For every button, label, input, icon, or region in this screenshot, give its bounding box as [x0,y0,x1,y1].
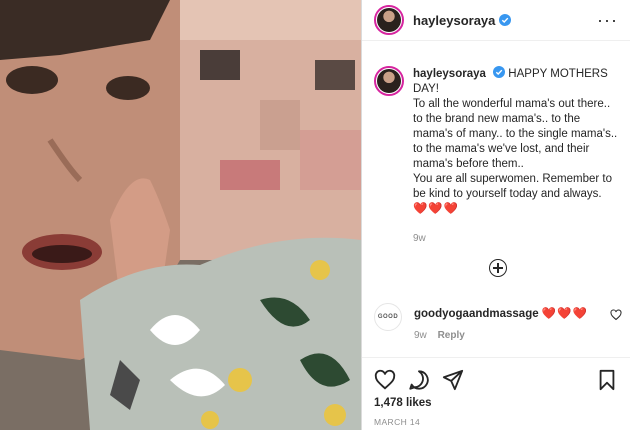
author-avatar[interactable] [374,5,404,35]
comment-text: goodyogaandmassage ❤️❤️❤️ [414,303,588,331]
like-count[interactable]: 1,478 likes [374,397,432,409]
comment-meta: 9w Reply [414,330,465,341]
share-paper-plane-icon[interactable] [442,369,464,391]
caption-hearts: ❤️❤️❤️ [413,203,459,215]
action-bar [374,368,618,392]
caption-line-3: You are all superwomen. Remember to be k… [413,173,613,200]
caption-block: hayleysoraya HAPPY MOTHERS DAY! To all t… [362,41,630,217]
divider [362,357,630,358]
caption-avatar[interactable] [374,66,404,96]
post-date: MARCH 14 [374,417,421,427]
comment-age: 9w [414,330,427,341]
comment-row: GOOD goodyogaandmassage ❤️❤️❤️ [374,303,622,331]
post-header: hayleysoraya ··· [362,0,630,41]
verified-badge-icon [499,14,512,26]
caption-username[interactable]: hayleysoraya [413,68,486,80]
caption-line-2: To all the wonderful mama's out there.. … [413,98,618,170]
like-heart-icon[interactable] [374,369,396,391]
comment-bubble-icon[interactable] [408,369,430,391]
caption-text: hayleysoraya HAPPY MOTHERS DAY! To all t… [413,66,618,217]
load-more-comments-icon[interactable] [489,259,507,277]
save-bookmark-icon[interactable] [596,369,618,391]
comment-hearts: ❤️❤️❤️ [541,308,588,320]
reply-button[interactable]: Reply [438,330,465,341]
caption-age[interactable]: 9w [413,233,630,244]
comment-username[interactable]: goodyogaandmassage [414,308,539,320]
more-options-icon[interactable]: ··· [597,11,618,29]
comment-avatar[interactable]: GOOD [374,303,402,331]
post-photo[interactable] [0,0,361,430]
post-sidebar: hayleysoraya ··· hayleysoraya HAPPY MOTH… [361,0,630,430]
caption-verified-icon [493,66,506,78]
author-username[interactable]: hayleysoraya [413,13,495,28]
comment-like-heart-icon[interactable] [610,309,622,321]
photo-illustration [0,0,361,430]
